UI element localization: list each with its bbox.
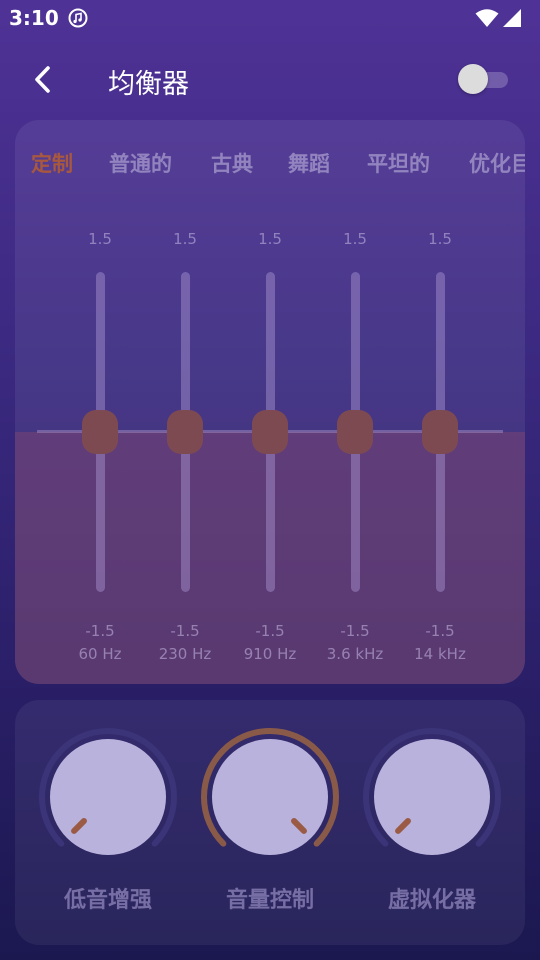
equalizer-panel: 定制 普通的 古典 舞蹈 平坦的 优化目 1.5 -1.5 60 Hz 1.5 … [15,120,525,684]
band-max-label: 1.5 [88,230,112,248]
header: 均衡器 [0,50,540,110]
status-bar: 3:10 [0,0,540,38]
bass-boost-knob-group: 低音增强 [33,726,183,926]
eq-band-0: 1.5 -1.5 60 Hz [60,120,140,684]
bass-boost-knob[interactable] [33,726,183,876]
band-max-label: 1.5 [258,230,282,248]
back-button[interactable] [24,60,64,100]
band-slider-thumb[interactable] [337,410,373,454]
band-max-label: 1.5 [343,230,367,248]
eq-band-2: 1.5 -1.5 910 Hz [230,120,310,684]
band-slider-thumb[interactable] [82,410,118,454]
eq-band-1: 1.5 -1.5 230 Hz [145,120,225,684]
eq-band-3: 1.5 -1.5 3.6 kHz [315,120,395,684]
virtualizer-knob-group: 虚拟化器 [357,726,507,926]
volume-control-knob-group: 音量控制 [195,726,345,926]
band-max-label: 1.5 [428,230,452,248]
volume-control-label: 音量控制 [225,888,314,913]
band-max-label: 1.5 [173,230,197,248]
toggle-knob [458,64,488,94]
knob-dial [50,739,166,855]
knob-dial [212,739,328,855]
page-title: 均衡器 [108,69,189,100]
band-min-label: -1.5 [255,622,285,640]
effects-panel: 低音增强 音量控制 虚拟化器 [15,700,525,945]
band-slider-thumb[interactable] [252,410,288,454]
band-slider-thumb[interactable] [422,410,458,454]
virtualizer-label: 虚拟化器 [387,888,476,913]
band-frequency-label: 230 Hz [158,645,212,663]
volume-control-knob[interactable] [195,726,345,876]
band-frequency-label: 3.6 kHz [326,645,384,663]
band-frequency-label: 60 Hz [78,645,122,663]
band-slider-thumb[interactable] [167,410,203,454]
band-frequency-label: 910 Hz [243,645,297,663]
equalizer-toggle[interactable] [458,64,510,94]
bass-boost-label: 低音增强 [63,888,152,913]
band-min-label: -1.5 [340,622,370,640]
status-time: 3:10 [9,6,59,30]
virtualizer-knob[interactable] [357,726,507,876]
cell-signal-icon [503,9,521,27]
wifi-icon [475,9,499,27]
band-min-label: -1.5 [425,622,455,640]
eq-band-4: 1.5 -1.5 14 kHz [400,120,480,684]
knob-dial [374,739,490,855]
band-frequency-label: 14 kHz [414,645,466,663]
band-min-label: -1.5 [170,622,200,640]
music-note-icon [68,8,88,28]
band-min-label: -1.5 [85,622,115,640]
